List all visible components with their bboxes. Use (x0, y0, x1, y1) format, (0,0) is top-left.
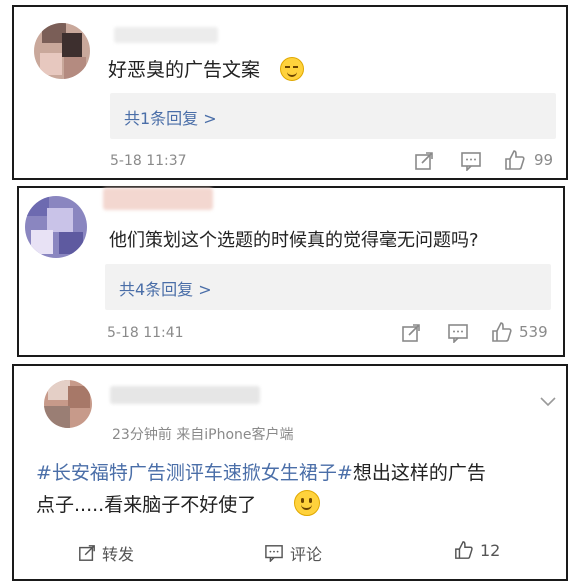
smile-emoji-icon (294, 490, 320, 516)
repost-label: 转发 (102, 545, 135, 564)
share-icon (79, 545, 95, 561)
comment-icon[interactable] (447, 323, 469, 347)
username-blurred[interactable] (114, 27, 218, 43)
like-thumb-icon[interactable] (491, 321, 513, 347)
like-thumb-icon[interactable] (504, 149, 526, 175)
avatar[interactable] (34, 23, 90, 79)
like-count: 539 (519, 323, 548, 341)
post-card: 23分钟前 来自iPhone客户端 #长安福特广告测评车速掀女生裙子#想出这样的… (12, 364, 568, 581)
comment-label: 评论 (290, 545, 323, 564)
repost-button[interactable]: 转发 (78, 541, 134, 565)
reply-count-link[interactable]: 共1条回复 > (124, 105, 217, 129)
username-blurred[interactable] (110, 386, 260, 404)
chevron-down-icon[interactable] (540, 392, 556, 411)
reply-summary[interactable]: 共1条回复 > (110, 93, 556, 139)
comment-icon (265, 545, 283, 562)
avatar[interactable] (25, 196, 87, 258)
hashtag-link[interactable]: #长安福特广告测评车速掀女生裙子# (36, 462, 353, 484)
like-button[interactable]: 12 (454, 540, 500, 560)
like-thumb-icon (455, 541, 473, 559)
reply-count-link[interactable]: 共4条回复 > (119, 276, 212, 300)
timestamp: 5-18 11:37 (110, 153, 187, 169)
comment-icon[interactable] (460, 151, 482, 175)
comment-text: 他们策划这个选题的时候真的觉得毫无问题吗? (109, 230, 479, 251)
post-text-continuation: 想出这样的广告 (352, 462, 486, 484)
smirk-emoji-icon (280, 57, 304, 81)
like-count: 12 (480, 540, 501, 560)
reply-summary[interactable]: 共4条回复 > (105, 264, 551, 310)
comment-card-1: 好恶臭的广告文案 共1条回复 > 5-18 11:37 99 (12, 5, 568, 180)
share-icon[interactable] (414, 151, 434, 175)
like-count: 99 (534, 151, 554, 169)
username-blurred[interactable] (103, 188, 213, 210)
share-icon[interactable] (401, 323, 421, 347)
post-meta: 23分钟前 来自iPhone客户端 (112, 427, 294, 443)
avatar[interactable] (44, 380, 92, 428)
post-text-line2: 点子.....看来脑子不好使了 (36, 494, 257, 516)
post-text-line1: #长安福特广告测评车速掀女生裙子#想出这样的广告 (36, 458, 486, 485)
comment-text: 好恶臭的广告文案 (108, 59, 261, 81)
comment-button[interactable]: 评论 (264, 541, 322, 565)
comment-card-2: 他们策划这个选题的时候真的觉得毫无问题吗? 共4条回复 > 5-18 11:41… (17, 186, 565, 357)
timestamp: 5-18 11:41 (107, 325, 184, 341)
